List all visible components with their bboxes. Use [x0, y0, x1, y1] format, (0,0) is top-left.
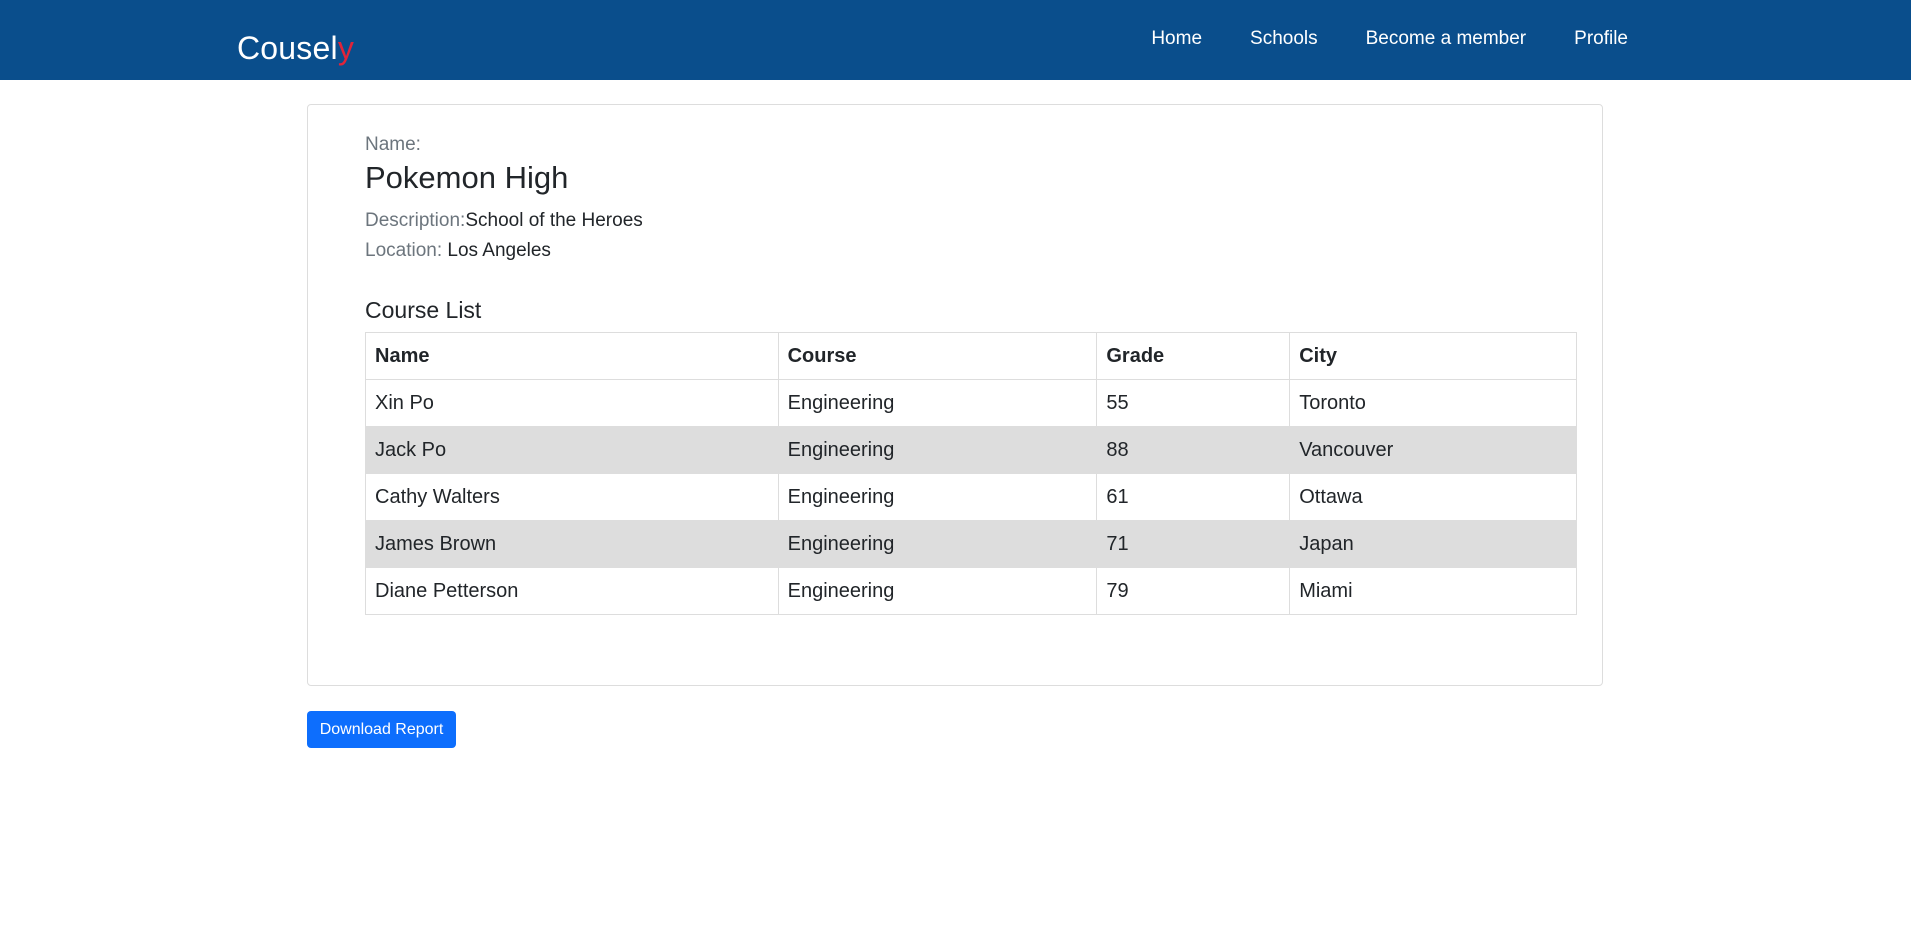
- top-navbar: Cousely Home Schools Become a member Pro…: [0, 0, 1911, 80]
- description-value: School of the Heroes: [465, 210, 643, 231]
- nav-links: Home Schools Become a member Profile: [1103, 26, 1628, 52]
- nav-link-schools[interactable]: Schools: [1250, 26, 1318, 52]
- cell-city: Japan: [1289, 520, 1577, 568]
- table-row: Cathy Walters Engineering 61 Ottawa: [365, 473, 1577, 521]
- column-header-city: City: [1289, 332, 1577, 380]
- brand-main-text: Cousel: [237, 30, 338, 66]
- table-row: Diane Petterson Engineering 79 Miami: [365, 567, 1577, 615]
- name-label: Name:: [365, 134, 421, 155]
- column-header-grade: Grade: [1096, 332, 1291, 380]
- cell-course: Engineering: [777, 567, 1098, 615]
- cell-name: Xin Po: [365, 379, 779, 427]
- cell-name: Diane Petterson: [365, 567, 779, 615]
- course-table: Name Course Grade City Xin Po Engineerin…: [365, 332, 1577, 615]
- cell-city: Miami: [1289, 567, 1577, 615]
- cell-city: Ottawa: [1289, 473, 1577, 521]
- cell-course: Engineering: [777, 473, 1098, 521]
- description-row: Description:School of the Heroes: [365, 209, 643, 233]
- column-header-course: Course: [777, 332, 1098, 380]
- location-value: Los Angeles: [447, 240, 551, 261]
- download-report-button[interactable]: Download Report: [307, 711, 456, 748]
- table-row: Xin Po Engineering 55 Toronto: [365, 379, 1577, 427]
- brand-accent-letter: y: [337, 30, 355, 66]
- table-header-row: Name Course Grade City: [365, 332, 1577, 380]
- school-name: Pokemon High: [365, 160, 569, 195]
- nav-link-profile[interactable]: Profile: [1574, 26, 1628, 52]
- cell-grade: 55: [1096, 379, 1291, 427]
- cell-course: Engineering: [777, 426, 1098, 474]
- cell-course: Engineering: [777, 520, 1098, 568]
- location-label: Location:: [365, 240, 443, 261]
- location-row: Location: Los Angeles: [365, 239, 551, 263]
- cell-grade: 88: [1096, 426, 1291, 474]
- cell-grade: 79: [1096, 567, 1291, 615]
- cell-name: James Brown: [365, 520, 779, 568]
- cell-city: Toronto: [1289, 379, 1577, 427]
- cell-grade: 61: [1096, 473, 1291, 521]
- cell-city: Vancouver: [1289, 426, 1577, 474]
- nav-link-home[interactable]: Home: [1151, 26, 1202, 52]
- brand-logo[interactable]: Cousely: [237, 28, 354, 68]
- cell-grade: 71: [1096, 520, 1291, 568]
- nav-link-become-member[interactable]: Become a member: [1366, 26, 1527, 52]
- table-row: James Brown Engineering 71 Japan: [365, 520, 1577, 568]
- column-header-name: Name: [365, 332, 779, 380]
- table-row: Jack Po Engineering 88 Vancouver: [365, 426, 1577, 474]
- cell-name: Jack Po: [365, 426, 779, 474]
- description-label: Description:: [365, 210, 466, 231]
- cell-name: Cathy Walters: [365, 473, 779, 521]
- course-list-heading: Course List: [365, 297, 482, 323]
- cell-course: Engineering: [777, 379, 1098, 427]
